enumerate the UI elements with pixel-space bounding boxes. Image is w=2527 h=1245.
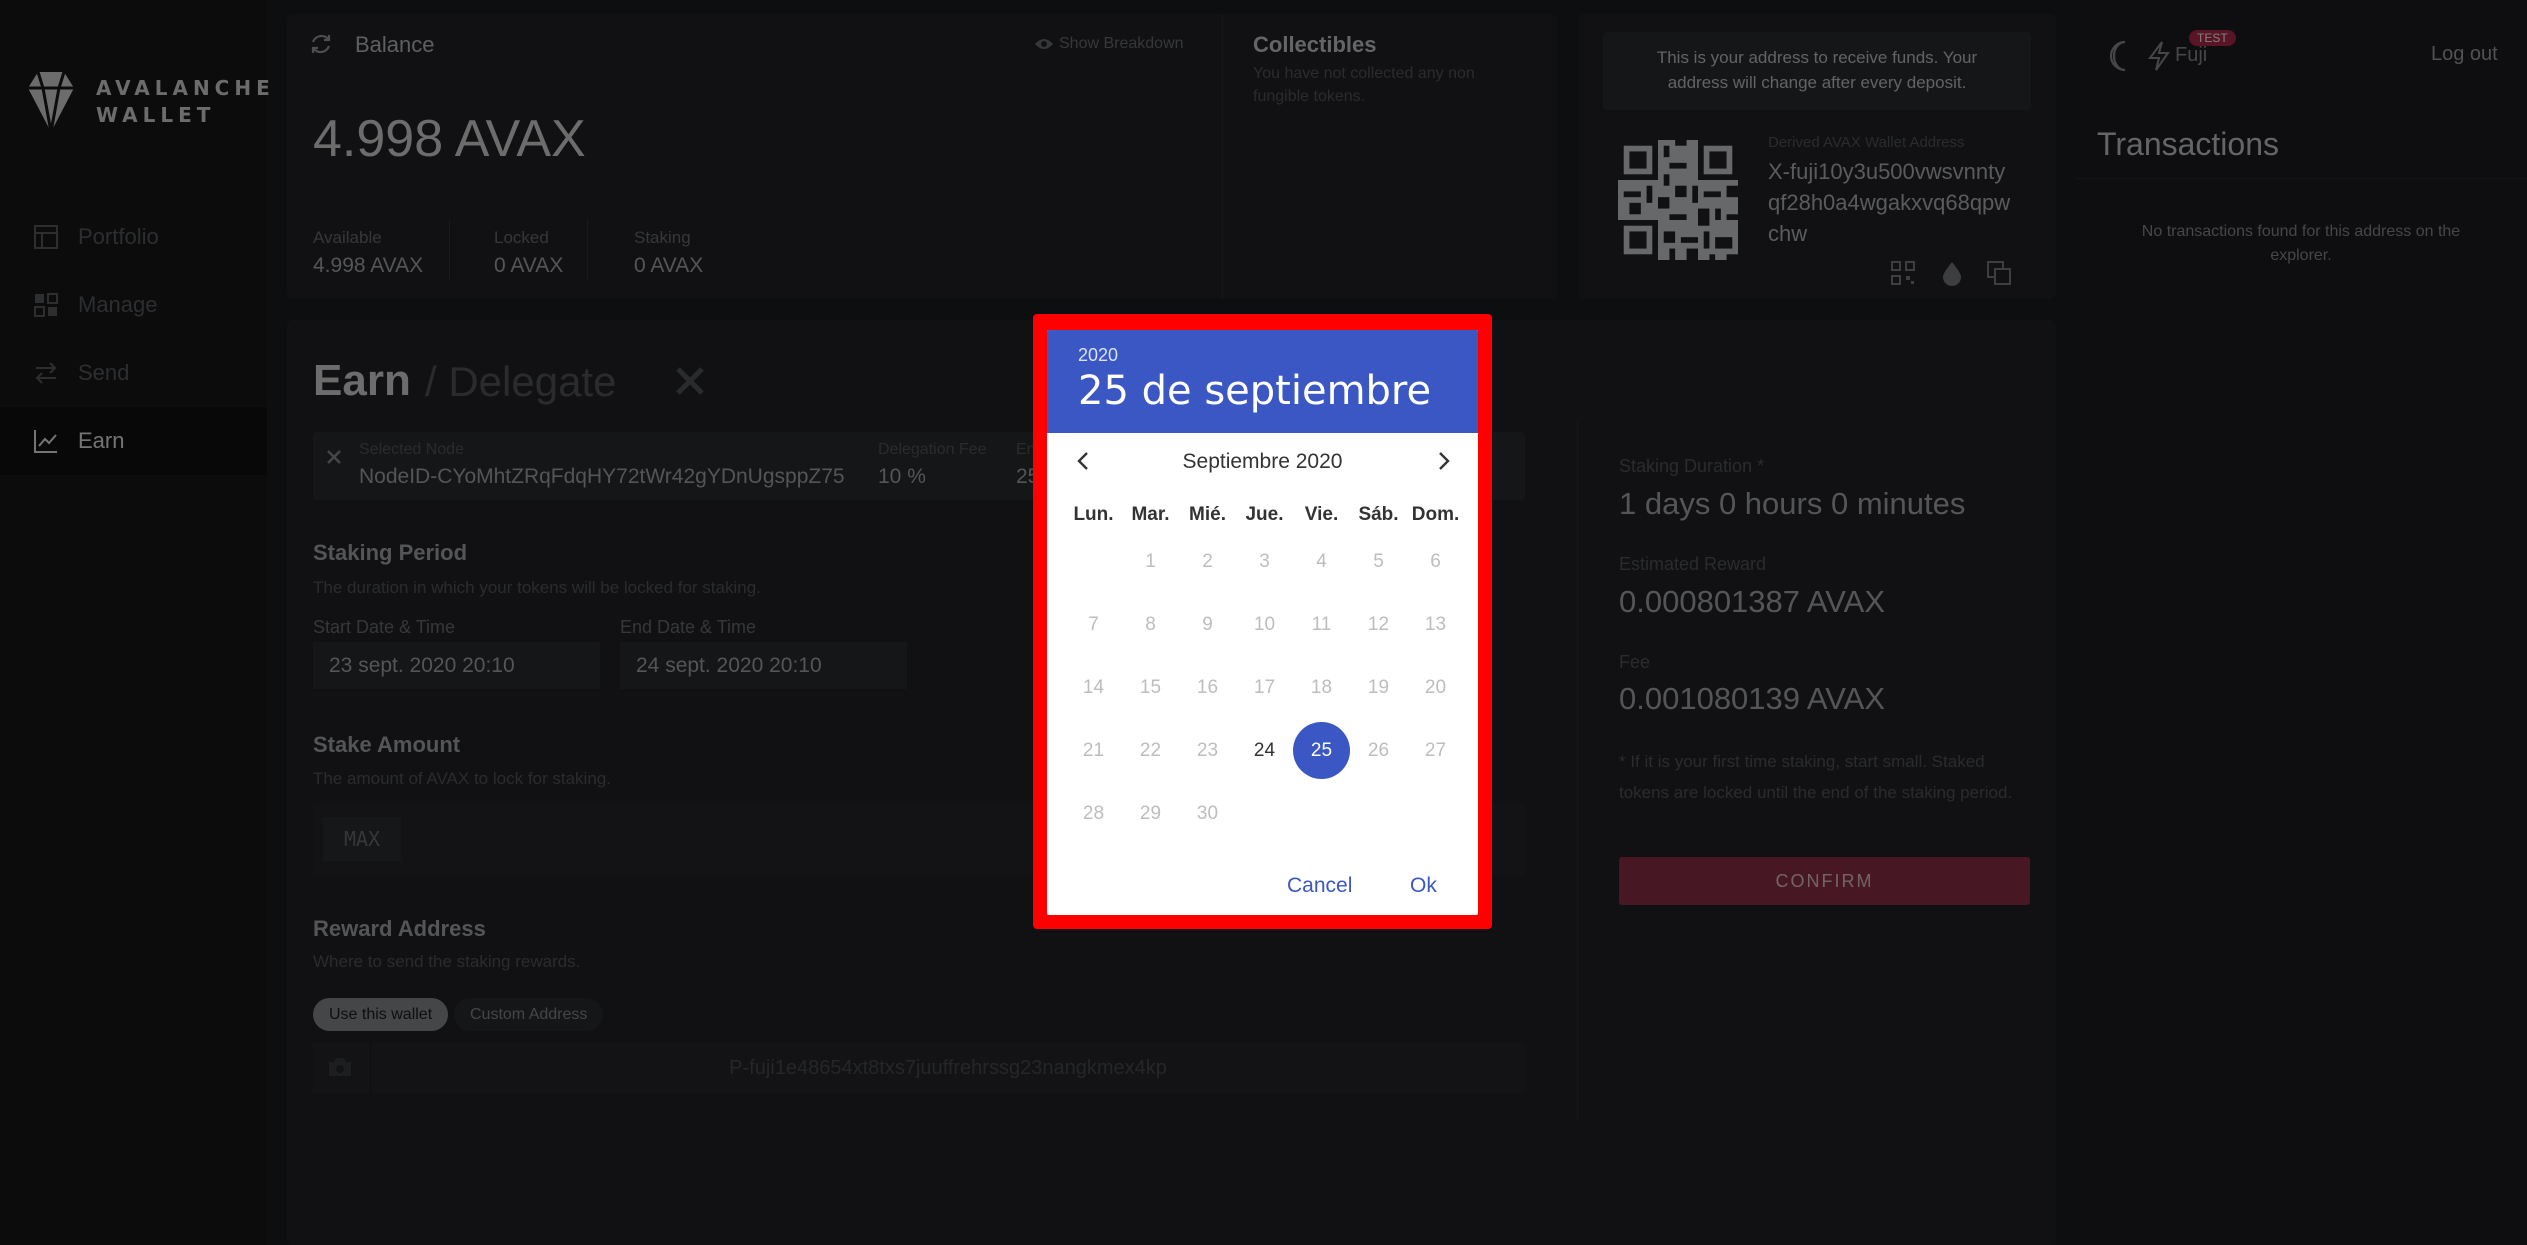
selected-day-label: 25 (1293, 722, 1350, 779)
calendar-day: 13 (1424, 613, 1447, 635)
calendar-day: 6 (1430, 550, 1441, 572)
ok-button[interactable]: Ok (1410, 874, 1437, 898)
calendar-day: 9 (1202, 613, 1213, 635)
date-picker-header: 2020 25 de septiembre (1047, 330, 1478, 433)
weekday-header-row: Lun. Mar. Mié. Jue. Vie. Sáb. Dom. (1065, 500, 1464, 530)
date-picker-calendar: Lun. Mar. Mié. Jue. Vie. Sáb. Dom. 1 2 3 4 5 6 7 8 9 10 1… (1065, 500, 1464, 845)
calendar-week-row: 28 29 30 (1065, 782, 1464, 845)
weekday-label: Mar. (1131, 504, 1170, 525)
calendar-day: 17 (1253, 676, 1276, 698)
calendar-day: 14 (1082, 676, 1105, 698)
date-picker-selected-date: 25 de septiembre (1078, 368, 1432, 414)
calendar-day: 15 (1139, 676, 1162, 698)
calendar-day-selected[interactable]: 25 (1293, 722, 1350, 779)
calendar-day: 10 (1253, 613, 1276, 635)
weekday-label: Sáb. (1358, 504, 1399, 525)
calendar-week-row: 1 2 3 4 5 6 (1065, 530, 1464, 593)
date-picker-dialog: 2020 25 de septiembre Septiembre 2020 Lu… (1047, 330, 1478, 915)
calendar-day[interactable]: 24 (1236, 740, 1293, 762)
calendar-day: 4 (1316, 550, 1327, 572)
date-picker-year[interactable]: 2020 (1078, 345, 1118, 366)
calendar-day: 21 (1082, 739, 1105, 761)
calendar-day: 22 (1139, 739, 1162, 761)
calendar-day: 7 (1088, 613, 1099, 635)
next-month-button[interactable] (1429, 446, 1459, 476)
calendar-day: 8 (1145, 613, 1156, 635)
calendar-day: 3 (1259, 550, 1270, 572)
calendar-day: 18 (1310, 676, 1333, 698)
calendar-week-row: 7 8 9 10 11 12 13 (1065, 593, 1464, 656)
calendar-day: 30 (1196, 802, 1219, 824)
weekday-label: Mié. (1189, 504, 1226, 525)
calendar-week-row: 21 22 23 24 25 26 27 (1065, 719, 1464, 782)
calendar-day: 27 (1424, 739, 1447, 761)
weekday-label: Lun. (1073, 504, 1114, 525)
calendar-day: 26 (1367, 739, 1390, 761)
calendar-day: 12 (1367, 613, 1390, 635)
weekday-label: Jue. (1245, 504, 1284, 525)
calendar-day: 20 (1424, 676, 1447, 698)
chevron-right-icon (1439, 452, 1450, 470)
calendar-day: 23 (1196, 739, 1219, 761)
weekday-label: Dom. (1411, 504, 1460, 525)
calendar-day: 28 (1082, 802, 1105, 824)
calendar-day: 11 (1311, 613, 1332, 635)
date-picker-month: Septiembre 2020 (1182, 450, 1343, 473)
calendar-day: 29 (1139, 802, 1162, 824)
calendar-day: 16 (1196, 676, 1219, 698)
calendar-day: 1 (1145, 550, 1156, 572)
weekday-label: Vie. (1304, 504, 1339, 525)
calendar-week-row: 14 15 16 17 18 19 20 (1065, 656, 1464, 719)
cancel-button[interactable]: Cancel (1287, 874, 1352, 898)
calendar-day: 2 (1202, 550, 1213, 572)
calendar-day: 19 (1367, 676, 1390, 698)
calendar-day: 5 (1373, 550, 1384, 572)
